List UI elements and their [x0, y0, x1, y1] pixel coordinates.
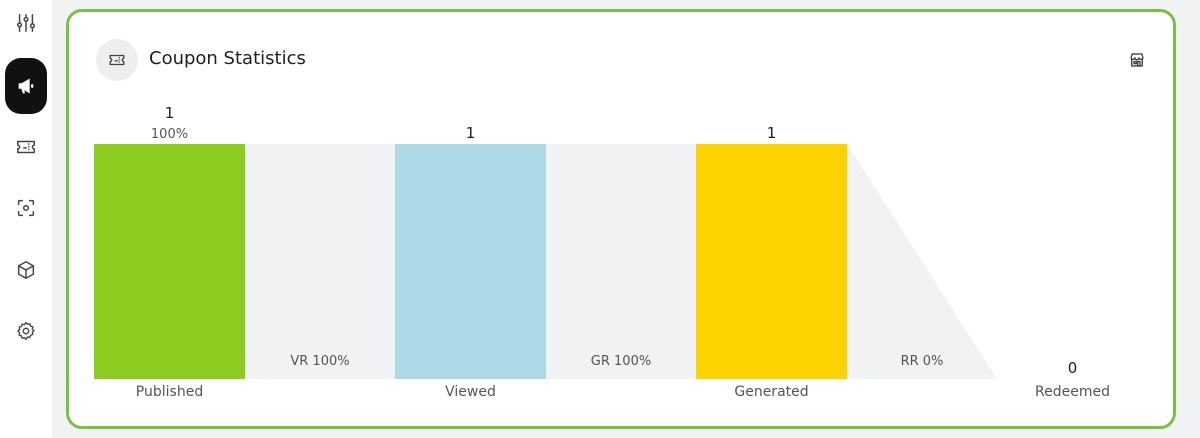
megaphone-icon	[18, 78, 34, 94]
bar-value-label: 0	[1068, 359, 1078, 377]
category-label: Published	[136, 384, 203, 400]
nav-campaigns[interactable]	[5, 58, 47, 114]
nav-coupons[interactable]	[5, 126, 47, 168]
bar-value-label: 1	[165, 104, 175, 122]
bar-value-label: 1	[466, 124, 476, 142]
category-label: Redeemed	[1035, 384, 1110, 400]
cube-icon	[17, 261, 35, 279]
conversion-connector	[847, 144, 997, 379]
conversion-rate-label: GR 100%	[591, 354, 651, 369]
nav-products[interactable]	[5, 249, 47, 291]
category-label: Viewed	[445, 384, 496, 400]
bar-viewed[interactable]	[395, 144, 546, 379]
conversion-rate-label: RR 0%	[901, 354, 944, 369]
category-label: Generated	[734, 384, 808, 400]
nav-scan[interactable]	[5, 187, 47, 229]
conversion-rate-label: VR 100%	[290, 354, 349, 369]
bar-generated[interactable]	[696, 144, 847, 379]
bar-published[interactable]	[94, 144, 245, 379]
sliders-icon	[17, 14, 35, 32]
nav-filters[interactable]	[5, 2, 47, 44]
published-percent-label: 100%	[151, 127, 188, 142]
sidebar	[0, 0, 52, 438]
coupon-statistics-card: Coupon Statistics VR 100% GR 100% RR 0% 1 10…	[66, 9, 1176, 429]
conversion-connector	[546, 144, 696, 379]
bar-value-label: 1	[767, 124, 777, 142]
coupon-funnel-chart: VR 100% GR 100% RR 0% 1 100% Published 1 Viewed…	[94, 104, 1110, 400]
conversion-connector	[245, 144, 395, 379]
gear-icon	[17, 321, 35, 341]
ticket-icon	[17, 140, 35, 154]
nav-settings[interactable]	[5, 310, 47, 352]
scan-icon	[17, 199, 35, 217]
